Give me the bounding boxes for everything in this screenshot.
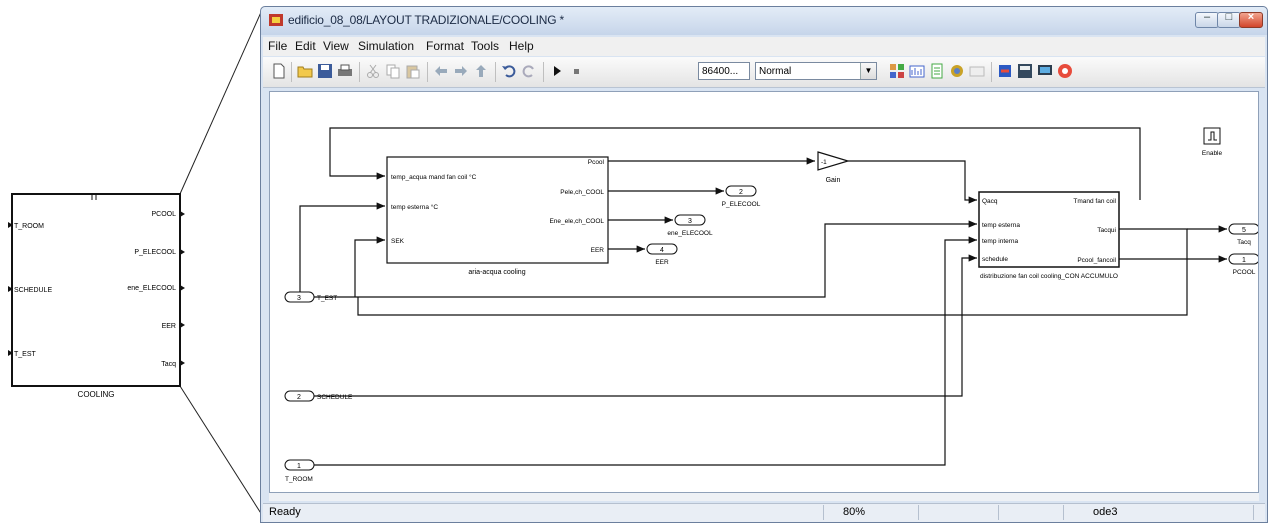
- outport-1-name: PCOOL: [1233, 269, 1256, 276]
- outport-4-num: 4: [660, 247, 664, 254]
- minimize-button[interactable]: –: [1195, 11, 1219, 28]
- menu-tools[interactable]: Tools: [471, 39, 499, 53]
- close-button[interactable]: ×: [1239, 11, 1263, 28]
- status-solver: ode3: [1093, 506, 1118, 518]
- block2-out2-label: Tacqui: [1097, 227, 1116, 234]
- menu-format[interactable]: Format: [426, 39, 464, 53]
- copy-icon[interactable]: [385, 63, 401, 79]
- cut-icon[interactable]: [365, 63, 381, 79]
- print-icon[interactable]: [337, 63, 353, 79]
- model-explorer-icon[interactable]: [909, 63, 925, 79]
- record-icon[interactable]: [1057, 63, 1073, 79]
- block2-in1-label: Qacq: [982, 198, 998, 205]
- subsys-name: COOLING: [78, 390, 115, 399]
- signals-icon[interactable]: [1017, 63, 1033, 79]
- outport-1-num: 1: [1242, 257, 1246, 264]
- simulation-mode-select[interactable]: Normal ▼: [755, 62, 877, 80]
- inport-3-num: 3: [297, 295, 301, 302]
- status-zoom: 80%: [843, 506, 866, 518]
- redo-icon[interactable]: [521, 63, 537, 79]
- block1-out3-label: Ene_ele,ch_COOL: [549, 218, 604, 225]
- close-icon: ×: [1247, 11, 1255, 23]
- subsys-in-1: T_ROOM: [14, 223, 44, 230]
- block1-in3-label: SEK: [391, 238, 405, 245]
- status-bar: Ready 80% ode3: [263, 503, 1265, 522]
- block2-out3-label: Pcool_fancoil: [1077, 257, 1116, 264]
- outport-2-name: P_ELECOOL: [722, 201, 761, 208]
- monitor-icon[interactable]: [1037, 63, 1053, 79]
- subsys-out-5: Tacq: [161, 361, 176, 368]
- block1-out2-label: Pele,ch_COOL: [560, 189, 604, 196]
- paste-icon[interactable]: [405, 63, 421, 79]
- block-diagram: temp_acqua mand fan coil °C temp esterna…: [284, 127, 1258, 483]
- menu-help[interactable]: Help: [509, 39, 534, 53]
- block2-in3-label: temp interna: [982, 238, 1019, 245]
- forward-icon[interactable]: [453, 63, 469, 79]
- inport-3-name: T_EST: [317, 295, 337, 302]
- outport-5-num: 5: [1242, 227, 1246, 234]
- play-icon[interactable]: [549, 63, 565, 79]
- subsys-out-4: EER: [162, 323, 176, 330]
- new-icon[interactable]: [271, 63, 287, 79]
- title-bar[interactable]: edificio_08_08/LAYOUT TRADIZIONALE/COOLI…: [261, 7, 1267, 35]
- minimize-icon: –: [1203, 11, 1211, 23]
- chevron-down-icon[interactable]: ▼: [860, 63, 876, 79]
- block2-title: distribuzione fan coil cooling_CON ACCUM…: [980, 273, 1118, 280]
- inport-1-name: T_ROOM: [285, 476, 313, 483]
- stop-icon[interactable]: [569, 63, 585, 79]
- outport-3-num: 3: [688, 218, 692, 225]
- menu-simulation[interactable]: Simulation: [358, 39, 414, 53]
- block1-in2-label: temp esterna °C: [391, 203, 438, 211]
- block2-out1-label: Tmand fan coil: [1073, 198, 1116, 205]
- enable-block[interactable]: [1203, 127, 1221, 145]
- menu-edit[interactable]: Edit: [295, 39, 316, 53]
- block2-in2-label: temp esterna: [982, 222, 1020, 229]
- outport-3-name: ene_ELECOOL: [667, 230, 713, 237]
- outport-5-name: Tacq: [1237, 239, 1251, 246]
- subsys-out-3: ene_ELECOOL: [127, 285, 176, 292]
- subsys-out-2: P_ELECOOL: [134, 249, 176, 256]
- menu-file[interactable]: File: [268, 39, 287, 53]
- outport-4-name: EER: [655, 259, 669, 266]
- subsys-in-3: T_EST: [14, 351, 37, 358]
- maximize-icon: □: [1225, 11, 1233, 23]
- toolbar: 86400... Normal ▼: [263, 57, 1265, 88]
- report-icon[interactable]: [929, 63, 945, 79]
- maximize-button[interactable]: □: [1217, 11, 1241, 28]
- simulink-window: edificio_08_08/LAYOUT TRADIZIONALE/COOLI…: [260, 6, 1268, 523]
- up-icon[interactable]: [473, 63, 489, 79]
- menu-bar: File Edit View Simulation Format Tools H…: [263, 37, 1265, 56]
- inport-2-num: 2: [297, 394, 301, 401]
- block1-out1-label: Pcool: [588, 159, 605, 166]
- subsystem-view: T_ROOM SCHEDULE T_EST PCOOL P_ELECOOL en…: [8, 13, 260, 513]
- gain-label: Gain: [826, 177, 841, 184]
- diagram-canvas[interactable]: temp_acqua mand fan coil °C temp esterna…: [269, 91, 1259, 493]
- back-icon[interactable]: [433, 63, 449, 79]
- save-icon[interactable]: [317, 63, 333, 79]
- status-ready: Ready: [269, 506, 301, 518]
- inport-1-num: 1: [297, 463, 301, 470]
- block1-in1-label: temp_acqua mand fan coil °C: [391, 173, 477, 181]
- open-icon[interactable]: [297, 63, 313, 79]
- horizontal-scrollbar[interactable]: [269, 493, 1259, 501]
- simulink-icon: [269, 14, 283, 26]
- library-icon[interactable]: [889, 63, 905, 79]
- build-icon[interactable]: [997, 63, 1013, 79]
- stop-time-input[interactable]: 86400...: [698, 62, 750, 80]
- window-title: edificio_08_08/LAYOUT TRADIZIONALE/COOLI…: [288, 13, 564, 27]
- enable-label: Enable: [1202, 150, 1223, 157]
- simulation-mode-value: Normal: [759, 66, 792, 77]
- scope-icon[interactable]: [969, 63, 985, 79]
- inport-2-name: SCHEDULE: [317, 394, 353, 401]
- subsys-in-2: SCHEDULE: [14, 287, 52, 294]
- outport-2-num: 2: [739, 189, 743, 196]
- block2-in4-label: schedule: [982, 256, 1008, 263]
- menu-view[interactable]: View: [323, 39, 349, 53]
- undo-icon[interactable]: [501, 63, 517, 79]
- block1-title: aria-acqua cooling: [468, 269, 525, 276]
- debug-icon[interactable]: [949, 63, 965, 79]
- gain-value: -1: [821, 159, 827, 166]
- block1-out4-label: EER: [591, 247, 605, 254]
- subsys-out-1: PCOOL: [151, 211, 176, 218]
